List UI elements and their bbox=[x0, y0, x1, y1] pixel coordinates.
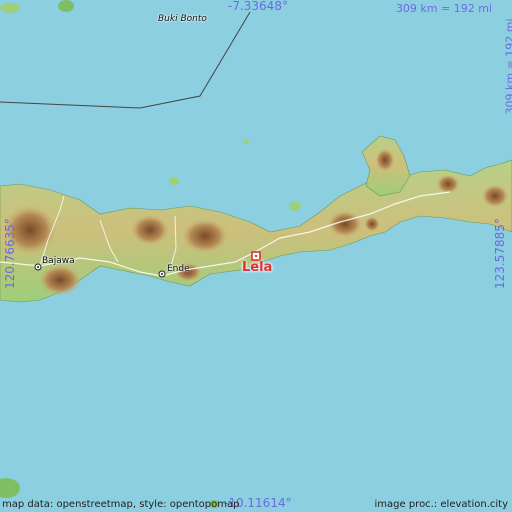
lela-label: Lela bbox=[242, 260, 273, 275]
terrain-peak bbox=[130, 214, 170, 246]
lela-marker-dot bbox=[255, 255, 257, 257]
left-longitude-label: 120.76635° bbox=[3, 218, 17, 289]
buki-bonto-label: Buki Bonto bbox=[158, 14, 207, 24]
terrain-map[interactable] bbox=[0, 0, 512, 512]
island-small-2 bbox=[289, 201, 301, 211]
map-data-credit: map data: openstreetmap, style: opentopo… bbox=[2, 499, 240, 510]
image-proc-credit: image proc.: elevation.city bbox=[374, 499, 509, 510]
terrain-peak bbox=[364, 216, 380, 232]
right-longitude-label: 123.57885° bbox=[493, 218, 507, 289]
bajawa-label: Bajawa bbox=[42, 256, 75, 266]
island-small-1 bbox=[169, 177, 179, 185]
scale-right-label: 309 km = 192 mi bbox=[503, 18, 512, 115]
terrain-peak bbox=[38, 264, 82, 296]
terrain-peak bbox=[481, 184, 509, 208]
terrain-peak bbox=[436, 174, 460, 194]
terrain-peak bbox=[375, 148, 395, 172]
island-top-left-2 bbox=[58, 0, 74, 12]
ende-marker-dot bbox=[161, 273, 163, 275]
top-latitude-label: -7.33648° bbox=[228, 0, 288, 13]
island-small-3 bbox=[243, 140, 249, 144]
island-top-left-1 bbox=[0, 3, 20, 13]
terrain-peak bbox=[181, 218, 229, 254]
bajawa-marker-dot bbox=[37, 266, 39, 268]
ende-label: Ende bbox=[167, 264, 190, 274]
scale-top-label: 309 km = 192 mi bbox=[395, 2, 492, 15]
